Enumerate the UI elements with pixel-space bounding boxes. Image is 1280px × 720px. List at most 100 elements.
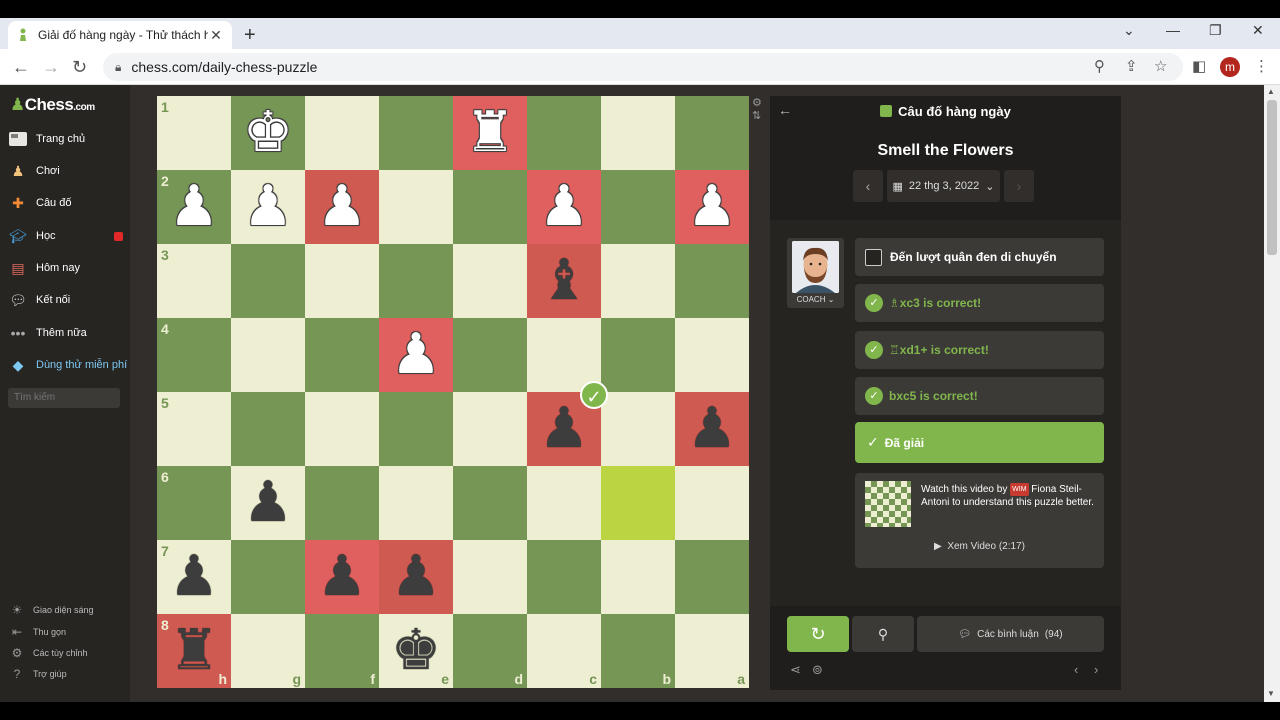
white-pawn-piece[interactable]: ♟ — [379, 318, 453, 392]
board-square-highlighted[interactable]: ♜ — [453, 96, 527, 170]
board-square[interactable] — [601, 392, 675, 466]
zoom-icon[interactable]: ⚲ — [1094, 57, 1105, 75]
board-square[interactable]: 6 — [157, 466, 231, 540]
board-square-highlighted[interactable]: ♟ — [675, 170, 749, 244]
tab-search-chevron-icon[interactable]: ⌄ — [1123, 22, 1135, 39]
board-square[interactable] — [305, 244, 379, 318]
flip-board-icon[interactable]: ⇅ — [752, 109, 766, 122]
sidebar-item-puzzles[interactable]: ✚ Câu đố — [8, 192, 71, 214]
previous-move-icon[interactable]: ‹ — [1074, 662, 1078, 677]
share-icon[interactable]: ⋖ — [790, 662, 801, 678]
scroll-down-icon[interactable]: ▼ — [1267, 689, 1275, 698]
board-square[interactable] — [453, 466, 527, 540]
browser-menu-icon[interactable]: ⋮ — [1254, 57, 1269, 75]
page-scrollbar[interactable]: ▲ ▼ — [1264, 85, 1280, 702]
address-bar[interactable]: 🔒︎ chess.com/daily-chess-puzzle — [103, 53, 1183, 81]
board-square[interactable] — [601, 96, 675, 170]
minimize-icon[interactable]: — — [1166, 22, 1180, 38]
chess-com-logo[interactable]: ♟Chess.com — [10, 95, 95, 115]
board-square[interactable]: d — [453, 614, 527, 688]
previous-day-button[interactable]: ‹ — [853, 170, 883, 202]
board-square[interactable]: 3 — [157, 244, 231, 318]
settings-icon[interactable]: ⊚ — [812, 662, 823, 678]
board-square[interactable] — [675, 244, 749, 318]
chess-board[interactable]: 1 ♚ ♜ 2 ♟ ♟ ♟ ♟ ♟ 3 ♝ 4 ♟ 5 ♟ ♟ 6 ♟ 7 ♟ ♟ … — [157, 96, 749, 688]
board-square-highlighted[interactable]: ♟ — [305, 170, 379, 244]
board-square-highlighted[interactable]: 8 ♜ h — [157, 614, 231, 688]
sidebar-item-today[interactable]: ▤ Hôm nay — [8, 257, 80, 279]
board-square[interactable]: ♟ — [231, 466, 305, 540]
board-square[interactable] — [601, 170, 675, 244]
sidebar-item-more[interactable]: ••• Thêm nữa — [8, 322, 87, 344]
board-square[interactable] — [305, 96, 379, 170]
white-pawn-piece[interactable]: ♟ — [231, 170, 305, 244]
board-square[interactable]: ♚ — [231, 96, 305, 170]
board-square-highlighted[interactable]: ♟ — [527, 170, 601, 244]
analysis-button[interactable]: ⚲ — [852, 616, 914, 652]
date-select[interactable]: ▦ 22 thg 3, 2022 ⌄ — [887, 170, 1000, 202]
board-square[interactable] — [675, 466, 749, 540]
board-square[interactable]: ♚ e — [379, 614, 453, 688]
board-square[interactable] — [305, 466, 379, 540]
sidebar-item-free-trial[interactable]: ◆ Dùng thử miễn phí — [8, 354, 128, 376]
white-pawn-piece[interactable]: ♟ — [527, 170, 601, 244]
reload-icon[interactable]: ↻ — [72, 57, 87, 78]
board-square[interactable]: g — [231, 614, 305, 688]
board-square[interactable] — [527, 96, 601, 170]
turn-checkbox[interactable] — [865, 248, 882, 266]
board-square-highlighted[interactable]: ♟ — [379, 318, 453, 392]
browser-tab[interactable]: Giải đố hàng ngày - Thử thách hà ✕ — [8, 21, 232, 49]
board-square[interactable]: 7 ♟ — [157, 540, 231, 614]
board-square[interactable] — [453, 540, 527, 614]
bookmark-star-icon[interactable]: ☆ — [1154, 57, 1167, 75]
white-rook-piece[interactable]: ♜ — [453, 96, 527, 170]
board-square[interactable]: a — [675, 614, 749, 688]
sidebar-item-settings[interactable]: ⚙ Các tùy chỉnh — [8, 644, 88, 662]
white-pawn-piece[interactable]: ♟ — [157, 170, 231, 244]
board-square[interactable] — [379, 96, 453, 170]
tab-close-icon[interactable]: ✕ — [208, 27, 224, 44]
board-square-highlighted[interactable]: ♟ — [379, 540, 453, 614]
sidebar-item-help[interactable]: ? Trợ giúp — [8, 665, 67, 683]
board-settings-icon[interactable]: ⚙ — [752, 96, 766, 109]
scrollbar-thumb[interactable] — [1267, 100, 1277, 255]
black-pawn-piece[interactable]: ♟ — [231, 466, 305, 540]
white-pawn-piece[interactable]: ♟ — [675, 170, 749, 244]
board-square[interactable] — [379, 244, 453, 318]
board-square[interactable] — [231, 540, 305, 614]
board-square[interactable] — [675, 540, 749, 614]
board-square[interactable] — [527, 466, 601, 540]
black-bishop-piece[interactable]: ♝ — [527, 244, 601, 318]
white-king-piece[interactable]: ♚ — [231, 96, 305, 170]
next-day-button[interactable]: › — [1004, 170, 1034, 202]
sidebar-search-input[interactable] — [8, 388, 120, 408]
sidebar-item-collapse[interactable]: ⇤ Thu gọn — [8, 623, 66, 641]
black-pawn-piece[interactable]: ♟ — [157, 540, 231, 614]
video-card[interactable]: Watch this video by WIM Fiona Steil-Anto… — [855, 473, 1104, 568]
board-square[interactable] — [453, 244, 527, 318]
scroll-up-icon[interactable]: ▲ — [1267, 87, 1275, 96]
restore-icon[interactable]: ❐ — [1209, 22, 1222, 39]
board-square[interactable]: f — [305, 614, 379, 688]
retry-button[interactable]: ↻ — [787, 616, 849, 652]
sidebar-item-learn[interactable]: 🎓︎ Học — [8, 225, 55, 247]
board-square[interactable] — [231, 392, 305, 466]
black-pawn-piece[interactable]: ♟ — [379, 540, 453, 614]
board-square-highlighted[interactable]: ♝ — [527, 244, 601, 318]
board-square[interactable] — [231, 244, 305, 318]
board-square[interactable]: 4 — [157, 318, 231, 392]
sidebar-item-play[interactable]: ♟ Chơi — [8, 160, 60, 182]
comments-button[interactable]: 💬︎ Các bình luận (94) — [917, 616, 1104, 652]
board-square[interactable] — [675, 96, 749, 170]
board-square[interactable] — [379, 392, 453, 466]
black-pawn-piece[interactable]: ♟ — [305, 540, 379, 614]
board-square-highlighted[interactable]: ♟ — [675, 392, 749, 466]
board-square[interactable] — [305, 318, 379, 392]
video-thumbnail[interactable] — [865, 481, 911, 527]
board-square[interactable] — [453, 170, 527, 244]
side-panel-icon[interactable]: ◧ — [1192, 57, 1206, 75]
board-square[interactable] — [601, 244, 675, 318]
board-square[interactable]: b — [601, 614, 675, 688]
next-move-icon[interactable]: › — [1094, 662, 1098, 677]
board-square[interactable]: c — [527, 614, 601, 688]
